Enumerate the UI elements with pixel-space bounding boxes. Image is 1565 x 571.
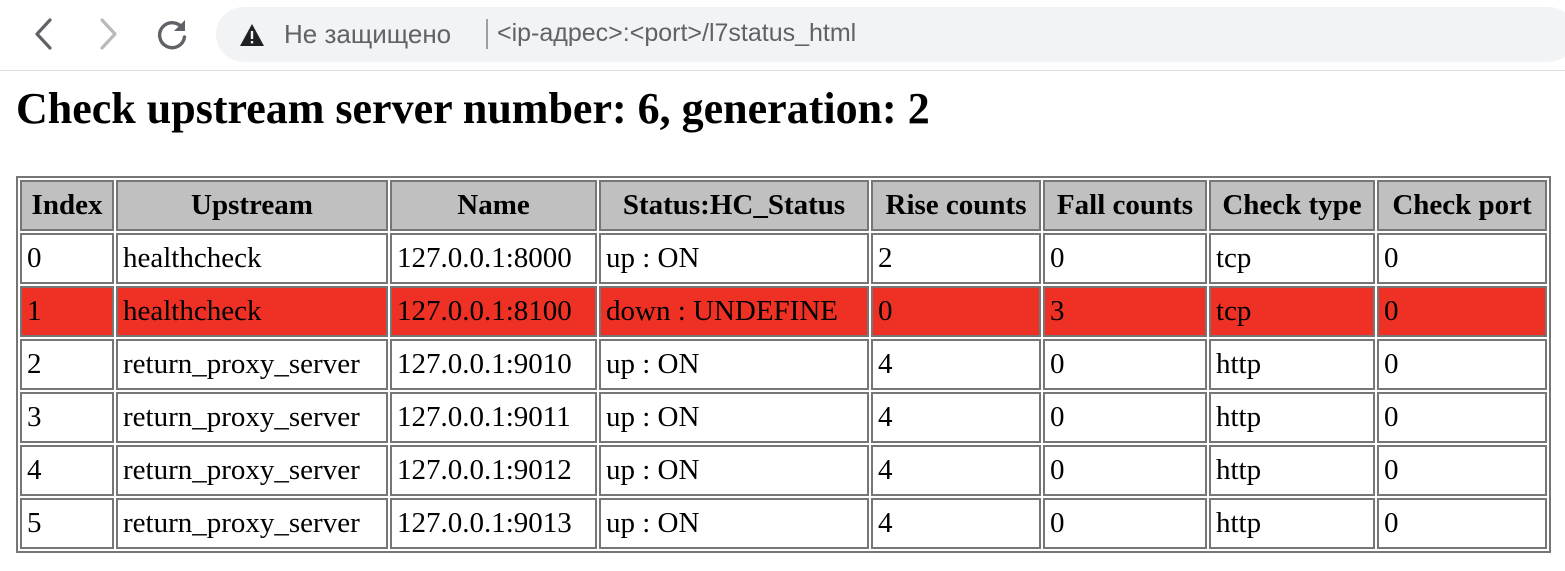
cell-fall-counts: 0 <box>1043 498 1207 549</box>
cell-rise-counts: 0 <box>871 286 1041 337</box>
cell-check-type: http <box>1209 498 1375 549</box>
cell-status: up : ON <box>599 445 869 496</box>
table-header-row: Index Upstream Name Status:HC_Status Ris… <box>20 180 1547 231</box>
table-row: 0 healthcheck 127.0.0.1:8000 up : ON 2 0… <box>20 233 1547 284</box>
browser-toolbar: Не защищено <ip-адрес>:<port>/l7status_h… <box>0 0 1565 71</box>
security-status-label[interactable]: Не защищено <box>284 17 451 51</box>
column-header-index: Index <box>20 180 114 231</box>
cell-check-type: http <box>1209 392 1375 443</box>
address-bar[interactable]: Не защищено <ip-адрес>:<port>/l7status_h… <box>216 7 1565 62</box>
cell-check-type: http <box>1209 445 1375 496</box>
cell-index: 5 <box>20 498 114 549</box>
cell-status: up : ON <box>599 233 869 284</box>
cell-rise-counts: 4 <box>871 445 1041 496</box>
cell-upstream: return_proxy_server <box>116 339 388 390</box>
column-header-name: Name <box>390 180 597 231</box>
cell-index: 0 <box>20 233 114 284</box>
cell-upstream: healthcheck <box>116 286 388 337</box>
cell-name: 127.0.0.1:9010 <box>390 339 597 390</box>
table-row: 3 return_proxy_server 127.0.0.1:9011 up … <box>20 392 1547 443</box>
cell-index: 3 <box>20 392 114 443</box>
reload-icon <box>157 20 187 50</box>
cell-rise-counts: 4 <box>871 339 1041 390</box>
cell-name: 127.0.0.1:8100 <box>390 286 597 337</box>
cell-name: 127.0.0.1:8000 <box>390 233 597 284</box>
cell-rise-counts: 2 <box>871 233 1041 284</box>
column-header-status: Status:HC_Status <box>599 180 869 231</box>
column-header-rise-counts: Rise counts <box>871 180 1041 231</box>
cell-check-port: 0 <box>1377 498 1547 549</box>
table-row-down: 1 healthcheck 127.0.0.1:8100 down : UNDE… <box>20 286 1547 337</box>
cell-status: up : ON <box>599 392 869 443</box>
cell-check-type: http <box>1209 339 1375 390</box>
cell-upstream: return_proxy_server <box>116 498 388 549</box>
url-text[interactable]: <ip-адрес>:<port>/l7status_html <box>497 16 856 50</box>
address-bar-divider <box>486 19 488 49</box>
back-arrow-icon <box>35 18 52 50</box>
table-row: 2 return_proxy_server 127.0.0.1:9010 up … <box>20 339 1547 390</box>
cell-index: 4 <box>20 445 114 496</box>
status-table: Index Upstream Name Status:HC_Status Ris… <box>16 176 1551 553</box>
cell-fall-counts: 0 <box>1043 392 1207 443</box>
cell-fall-counts: 0 <box>1043 233 1207 284</box>
cell-upstream: healthcheck <box>116 233 388 284</box>
reload-button[interactable] <box>150 12 194 56</box>
forward-arrow-icon <box>100 18 117 50</box>
column-header-check-port: Check port <box>1377 180 1547 231</box>
column-header-check-type: Check type <box>1209 180 1375 231</box>
cell-check-port: 0 <box>1377 233 1547 284</box>
cell-status: up : ON <box>599 498 869 549</box>
cell-status: down : UNDEFINE <box>599 286 869 337</box>
cell-upstream: return_proxy_server <box>116 445 388 496</box>
cell-check-port: 0 <box>1377 445 1547 496</box>
cell-index: 1 <box>20 286 114 337</box>
cell-check-port: 0 <box>1377 392 1547 443</box>
cell-index: 2 <box>20 339 114 390</box>
cell-rise-counts: 4 <box>871 392 1041 443</box>
page-title: Check upstream server number: 6, generat… <box>16 84 930 133</box>
cell-upstream: return_proxy_server <box>116 392 388 443</box>
table-row: 5 return_proxy_server 127.0.0.1:9013 up … <box>20 498 1547 549</box>
cell-name: 127.0.0.1:9011 <box>390 392 597 443</box>
warning-triangle-icon[interactable] <box>239 23 265 47</box>
cell-name: 127.0.0.1:9012 <box>390 445 597 496</box>
column-header-fall-counts: Fall counts <box>1043 180 1207 231</box>
cell-fall-counts: 0 <box>1043 339 1207 390</box>
cell-check-port: 0 <box>1377 286 1547 337</box>
column-header-upstream: Upstream <box>116 180 388 231</box>
cell-rise-counts: 4 <box>871 498 1041 549</box>
cell-check-type: tcp <box>1209 286 1375 337</box>
cell-fall-counts: 0 <box>1043 445 1207 496</box>
forward-button[interactable] <box>86 12 130 56</box>
cell-check-type: tcp <box>1209 233 1375 284</box>
cell-name: 127.0.0.1:9013 <box>390 498 597 549</box>
cell-status: up : ON <box>599 339 869 390</box>
back-button[interactable] <box>22 12 66 56</box>
cell-check-port: 0 <box>1377 339 1547 390</box>
table-row: 4 return_proxy_server 127.0.0.1:9012 up … <box>20 445 1547 496</box>
cell-fall-counts: 3 <box>1043 286 1207 337</box>
